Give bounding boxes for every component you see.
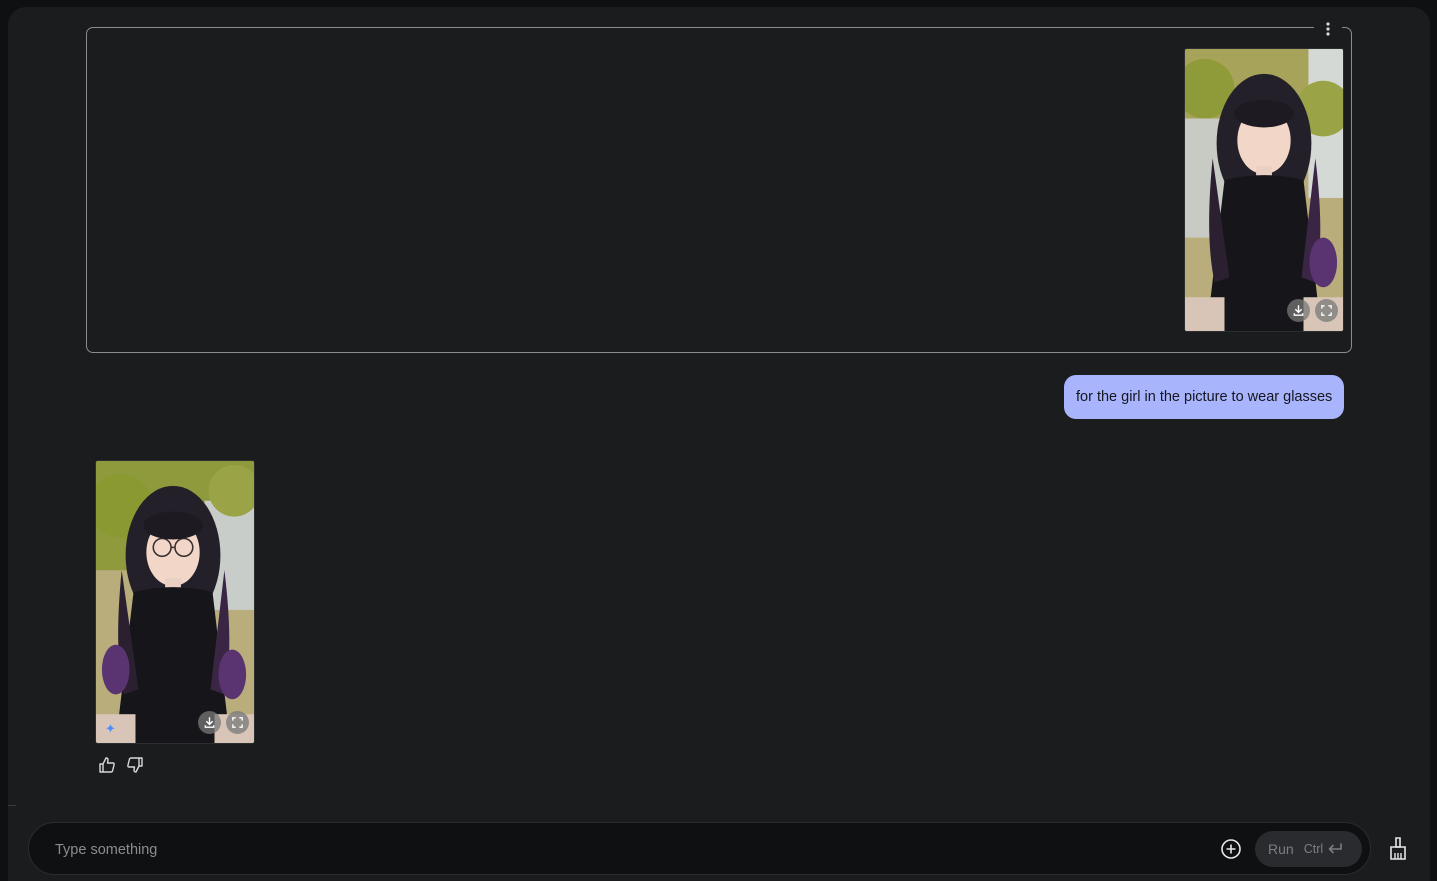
download-icon[interactable] (1287, 299, 1310, 322)
chat-app: for the girl in the picture to wear glas… (8, 7, 1430, 881)
thumbs-down-icon[interactable] (125, 755, 145, 775)
download-icon[interactable] (198, 711, 221, 734)
user-turn-card (86, 27, 1352, 353)
broom-icon[interactable] (1387, 836, 1409, 862)
more-vert-icon[interactable] (1314, 19, 1342, 39)
shortcut-label: Ctrl (1303, 842, 1324, 856)
divider (8, 805, 16, 806)
feedback-bar (97, 755, 145, 775)
user-uploaded-image[interactable] (1184, 48, 1344, 332)
thumbs-up-icon[interactable] (97, 755, 117, 775)
run-button[interactable]: Run Ctrl (1255, 831, 1362, 867)
model-generated-image[interactable]: ✦ (95, 460, 255, 744)
enter-icon (1328, 843, 1342, 854)
portrait-photo (1185, 49, 1343, 331)
prompt-input[interactable] (53, 838, 1197, 862)
prompt-composer: Run Ctrl (28, 822, 1371, 875)
fullscreen-icon[interactable] (1315, 299, 1338, 322)
user-prompt-bubble: for the girl in the picture to wear glas… (1064, 375, 1345, 419)
sparkle-icon: ✦ (105, 721, 116, 736)
run-label: Run (1268, 841, 1294, 857)
add-circle-icon[interactable] (1220, 838, 1242, 860)
fullscreen-icon[interactable] (226, 711, 249, 734)
portrait-photo-with-glasses (96, 461, 254, 743)
